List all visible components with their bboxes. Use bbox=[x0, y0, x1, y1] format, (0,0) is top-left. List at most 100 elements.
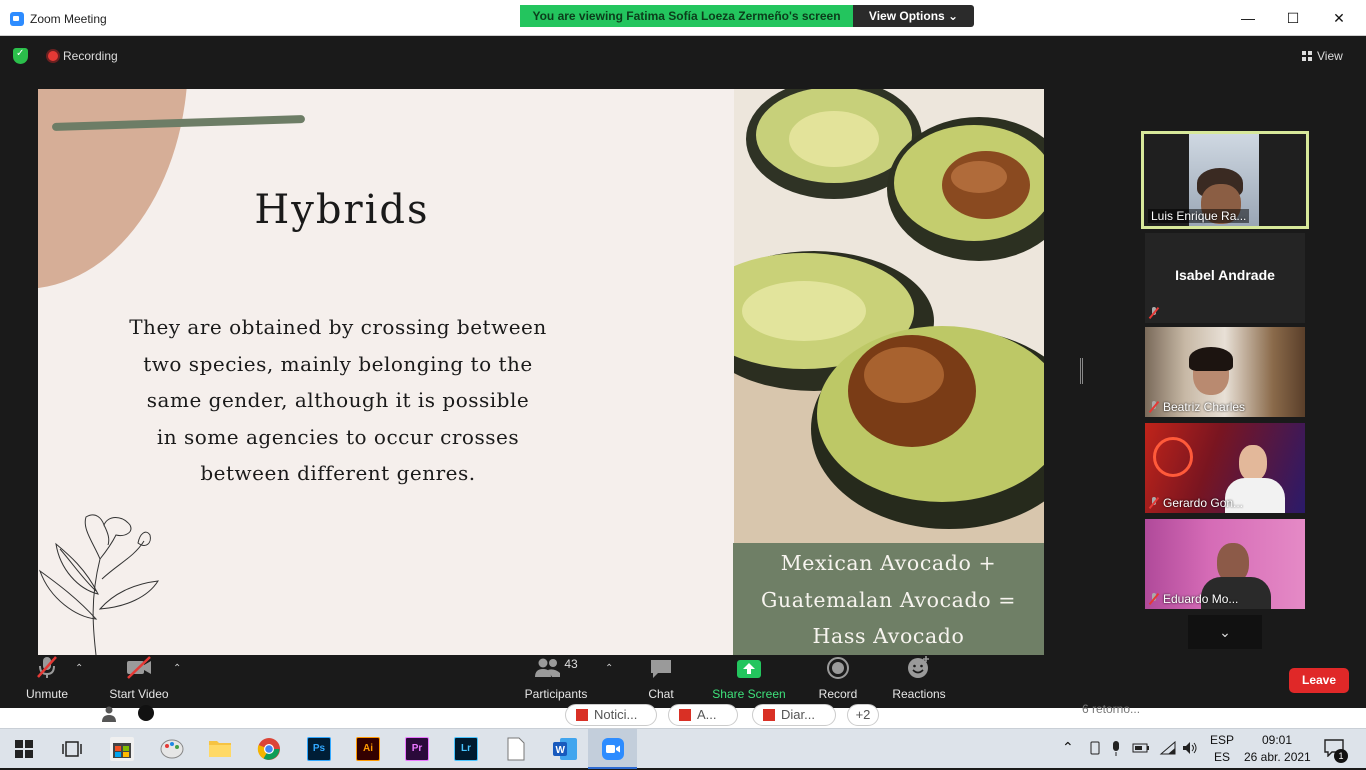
notification-count-badge: 1 bbox=[1334, 749, 1348, 763]
recording-indicator[interactable]: Recording bbox=[40, 45, 124, 67]
leave-meeting-button[interactable]: Leave bbox=[1289, 668, 1349, 693]
attachment-chip-label: Diar... bbox=[781, 707, 815, 722]
tray-device-icon[interactable] bbox=[1088, 741, 1102, 758]
premiere-icon[interactable]: Pr bbox=[405, 737, 429, 761]
record-label: Record bbox=[818, 687, 858, 701]
record-icon bbox=[816, 655, 860, 681]
reactions-label: Reactions bbox=[892, 687, 946, 701]
shared-screen-slide: Hybrids They are obtained by crossing be… bbox=[38, 89, 1044, 655]
language-bottom[interactable]: ES bbox=[1214, 750, 1230, 764]
viewing-screen-banner: You are viewing Fatima Sofía Loeza Zerme… bbox=[520, 5, 853, 27]
participant-name: Eduardo Mo... bbox=[1163, 592, 1239, 606]
share-screen-button[interactable]: Share Screen bbox=[710, 655, 788, 701]
participant-tile[interactable]: Isabel Andrade bbox=[1145, 233, 1305, 323]
start-video-button[interactable]: Start Video bbox=[106, 655, 172, 701]
language-top[interactable]: ESP bbox=[1210, 733, 1234, 747]
view-label: View bbox=[1317, 49, 1343, 63]
participants-options-caret[interactable]: ⌃ bbox=[605, 663, 613, 674]
tray-battery-icon[interactable] bbox=[1132, 741, 1150, 758]
windows-start-icon[interactable] bbox=[12, 737, 36, 761]
store-icon[interactable] bbox=[110, 737, 134, 761]
attachment-chip[interactable]: A... bbox=[668, 704, 738, 726]
recording-label: Recording bbox=[63, 49, 118, 63]
tray-volume-icon[interactable] bbox=[1182, 741, 1198, 758]
recording-dot-icon bbox=[48, 51, 58, 61]
mic-muted-icon bbox=[20, 655, 74, 681]
participant-tile[interactable]: Beatriz Charles bbox=[1145, 327, 1305, 417]
participant-tile[interactable]: Eduardo Mo... bbox=[1145, 519, 1305, 609]
lightroom-icon[interactable]: Lr bbox=[454, 737, 478, 761]
clock-time[interactable]: 09:01 bbox=[1262, 733, 1292, 747]
audio-options-caret[interactable]: ⌃ bbox=[75, 663, 83, 674]
notepad-icon[interactable] bbox=[504, 737, 528, 761]
title-bar: Zoom Meeting You are viewing Fatima Sofí… bbox=[0, 0, 1366, 36]
flower-line-art-icon bbox=[38, 514, 159, 655]
participants-label: Participants bbox=[524, 687, 588, 701]
background-window-strip: Notici... A... Diar... +2 6 retorno... bbox=[0, 702, 1366, 728]
video-options-caret[interactable]: ⌃ bbox=[173, 663, 181, 674]
person-icon bbox=[102, 706, 116, 722]
clock-date[interactable]: 26 abr. 2021 bbox=[1244, 750, 1311, 764]
photoshop-icon[interactable]: Ps bbox=[307, 737, 331, 761]
zoom-app-icon bbox=[10, 12, 24, 26]
close-button[interactable]: ✕ bbox=[1324, 8, 1354, 28]
participant-tile-overlay: Luis Enrique Ra... bbox=[1144, 134, 1306, 226]
maximize-button[interactable]: ☐ bbox=[1278, 8, 1308, 28]
task-view-icon[interactable] bbox=[60, 737, 84, 761]
chat-button[interactable]: Chat bbox=[640, 655, 682, 701]
share-screen-label: Share Screen bbox=[712, 687, 786, 701]
participants-button[interactable]: 43 Participants bbox=[522, 655, 590, 701]
attachment-chip[interactable]: Diar... bbox=[752, 704, 836, 726]
participant-tile-active[interactable]: Luis Enrique Ra... bbox=[1141, 131, 1309, 229]
attachment-chip-label: A... bbox=[697, 707, 717, 722]
minimize-button[interactable]: — bbox=[1233, 8, 1263, 28]
grid-icon bbox=[1302, 51, 1312, 61]
chrome-icon[interactable] bbox=[257, 737, 281, 761]
avocado-photo bbox=[734, 89, 1044, 543]
mic-muted-icon bbox=[1149, 401, 1159, 413]
caption-line: Guatemalan Avocado = bbox=[760, 587, 1017, 612]
panel-resize-handle[interactable] bbox=[1080, 358, 1083, 384]
zoom-icon[interactable] bbox=[601, 737, 625, 761]
video-off-icon bbox=[106, 655, 172, 681]
chat-icon bbox=[640, 655, 682, 681]
paint-icon[interactable] bbox=[160, 737, 184, 761]
illustrator-icon[interactable]: Ai bbox=[356, 737, 380, 761]
meeting-toolbar: Unmute ⌃ Start Video ⌃ 43 Participants ⌃… bbox=[0, 655, 1366, 708]
more-attachments-chip[interactable]: +2 bbox=[847, 704, 879, 726]
participant-name: Gerardo Gon... bbox=[1163, 496, 1244, 510]
view-options-button[interactable]: View Options ⌄ bbox=[853, 5, 974, 27]
caption-line: Hass Avocado bbox=[812, 624, 965, 648]
unmute-label: Unmute bbox=[25, 687, 69, 701]
file-explorer-icon[interactable] bbox=[208, 737, 232, 761]
caption-box: Mexican Avocado + Guatemalan Avocado = H… bbox=[733, 543, 1044, 655]
start-video-label: Start Video bbox=[109, 687, 169, 701]
attachment-chip[interactable]: Notici... bbox=[565, 704, 657, 726]
view-button[interactable]: View bbox=[1296, 45, 1349, 67]
tray-wifi-icon[interactable] bbox=[1159, 740, 1177, 758]
background-text: 6 retorno... bbox=[1082, 702, 1141, 716]
reactions-button[interactable]: Reactions bbox=[890, 655, 948, 701]
window-title: Zoom Meeting bbox=[30, 12, 107, 26]
slide-title: Hybrids bbox=[254, 187, 430, 233]
whatsapp-icon bbox=[138, 705, 154, 721]
word-icon[interactable]: W bbox=[552, 737, 577, 761]
record-button[interactable]: Record bbox=[816, 655, 860, 701]
pdf-icon bbox=[763, 709, 775, 721]
participant-tile[interactable]: Gerardo Gon... bbox=[1145, 423, 1305, 513]
tray-up-chevron-icon[interactable]: ⌃ bbox=[1062, 739, 1074, 756]
pdf-icon bbox=[576, 709, 588, 721]
participant-name: Isabel Andrade bbox=[1175, 267, 1275, 283]
mic-muted-icon bbox=[1149, 593, 1159, 605]
encryption-shield-icon[interactable] bbox=[13, 48, 28, 64]
unmute-button[interactable]: Unmute bbox=[20, 655, 74, 701]
svg-text:W: W bbox=[556, 745, 566, 756]
participant-count: 43 bbox=[564, 657, 578, 671]
mic-muted-icon bbox=[1149, 307, 1159, 319]
more-participants-chevron-button[interactable]: ⌄ bbox=[1188, 615, 1262, 649]
participants-icon: 43 bbox=[522, 655, 590, 681]
windows-taskbar: Ps Ai Pr Lr W ⌃ ESP ES 09:01 26 abr. 202… bbox=[0, 728, 1366, 769]
tray-mic-icon[interactable] bbox=[1110, 741, 1122, 760]
slide-body: They are obtained by crossing between tw… bbox=[128, 309, 548, 492]
zoom-window: Zoom Meeting You are viewing Fatima Sofí… bbox=[0, 0, 1366, 728]
